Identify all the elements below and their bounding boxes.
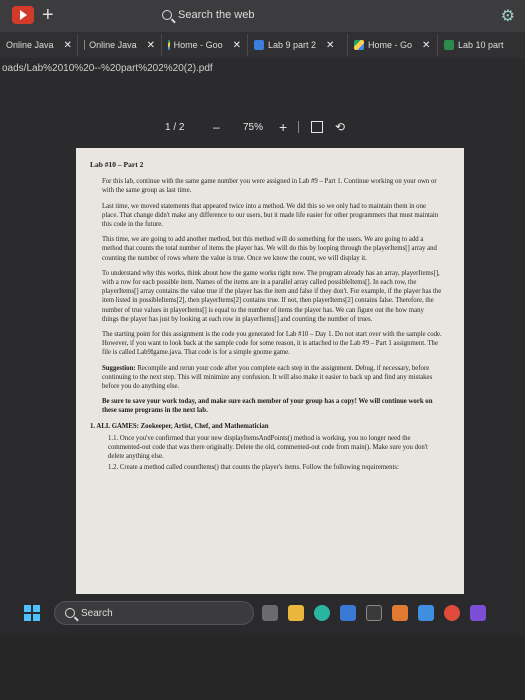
window-top-bar: + Search the web ⚙ [0, 0, 525, 32]
paragraph: Last time, we moved statements that appe… [102, 202, 439, 229]
zoom-level[interactable]: 75% [243, 122, 263, 133]
drive-icon [168, 40, 170, 50]
address-url: oads/Lab%2010%20--%20part%202%20(2).pdf [2, 63, 213, 74]
widgets-icon[interactable] [262, 605, 278, 621]
close-icon[interactable]: ✕ [326, 40, 334, 51]
taskbar-search-box[interactable]: Search [54, 601, 254, 625]
edge-browser-icon[interactable] [314, 605, 330, 621]
camera-icon[interactable] [366, 605, 382, 621]
new-tab-plus-icon[interactable]: + [42, 4, 54, 26]
suggestion-label: Suggestion: [102, 364, 136, 372]
tab-label: Home - Go [368, 40, 413, 50]
mail-icon[interactable] [418, 605, 434, 621]
address-bar[interactable]: oads/Lab%2010%20--%20part%202%20(2).pdf [0, 58, 525, 80]
tab-online-java-1[interactable]: Online Java ✕ [0, 34, 78, 56]
phone-link-icon[interactable] [392, 605, 408, 621]
paragraph: This time, we are going to add another m… [102, 236, 437, 262]
tab-label: Lab 9 part 2 [268, 40, 317, 50]
zoom-in-button[interactable]: + [279, 119, 287, 135]
taskbar-search-label: Search [81, 607, 113, 619]
zoom-out-button[interactable]: – [213, 120, 220, 134]
list-heading: 1. ALL GAMES: Zookeeper, Artist, Chef, a… [90, 422, 269, 430]
doc-icon [444, 40, 454, 50]
suggestion-text: Recompile and rerun your code after you … [102, 364, 433, 391]
pdf-page: Lab #10 – Part 2 For this lab, continue … [76, 148, 464, 594]
tab-home-google-1[interactable]: Home - Goo ✕ [162, 34, 248, 56]
paragraph: The starting point for this assignment i… [102, 331, 442, 357]
suggestion-paragraph: Suggestion: Recompile and rerun your cod… [90, 364, 442, 392]
page-indicator[interactable]: 1 / 2 [165, 122, 184, 133]
visual-studio-icon[interactable] [470, 605, 486, 621]
drive-icon [354, 40, 364, 50]
desk-surface [0, 635, 525, 700]
tab-strip: Online Java ✕ Online Java ✕ Home - Goo ✕… [0, 32, 525, 58]
search-web-label: Search the web [178, 9, 255, 21]
close-icon[interactable]: ✕ [64, 40, 72, 51]
tab-home-google-2[interactable]: Home - Go ✕ [348, 34, 438, 56]
toolbar-divider [298, 121, 299, 133]
tab-label: Lab 10 part [458, 40, 504, 50]
close-icon[interactable]: ✕ [422, 40, 430, 51]
search-icon [65, 608, 75, 618]
tab-lab10-part[interactable]: Lab 10 part [438, 34, 525, 56]
search-web-box[interactable]: Search the web [162, 9, 254, 21]
list-item: 1.2. Create a method called countItems()… [108, 464, 399, 472]
search-icon [162, 10, 172, 20]
rotate-icon[interactable]: ⟲ [335, 120, 345, 134]
fit-page-icon[interactable] [311, 121, 323, 133]
paragraph: For this lab, continue with the same gam… [102, 178, 437, 195]
doc-icon [254, 40, 264, 50]
file-explorer-icon[interactable] [288, 605, 304, 621]
tab-label: Online Java [6, 40, 54, 50]
pdf-toolbar: 1 / 2 – 75% + ⟲ [155, 118, 355, 136]
tab-label: Online Java [89, 40, 137, 50]
list-item: 1.1. Once you've confirmed that your new… [108, 434, 428, 461]
paragraph: To understand why this works, think abou… [102, 269, 442, 323]
close-icon[interactable]: ✕ [233, 40, 241, 51]
windows-start-icon[interactable] [24, 605, 40, 621]
video-app-icon[interactable] [12, 6, 34, 24]
save-note: Be sure to save your work today, and mak… [102, 398, 433, 415]
store-icon[interactable] [340, 605, 356, 621]
gear-icon[interactable]: ⚙ [501, 6, 515, 26]
java-icon [84, 40, 86, 50]
chrome-icon[interactable] [444, 605, 460, 621]
taskbar: Search [0, 595, 525, 635]
tab-lab9-part2[interactable]: Lab 9 part 2 ✕ [248, 34, 348, 56]
tab-label: Home - Goo [173, 40, 223, 50]
tab-online-java-2[interactable]: Online Java ✕ [78, 34, 162, 56]
document-title: Lab #10 – Part 2 [90, 160, 144, 169]
close-icon[interactable]: ✕ [147, 40, 155, 51]
